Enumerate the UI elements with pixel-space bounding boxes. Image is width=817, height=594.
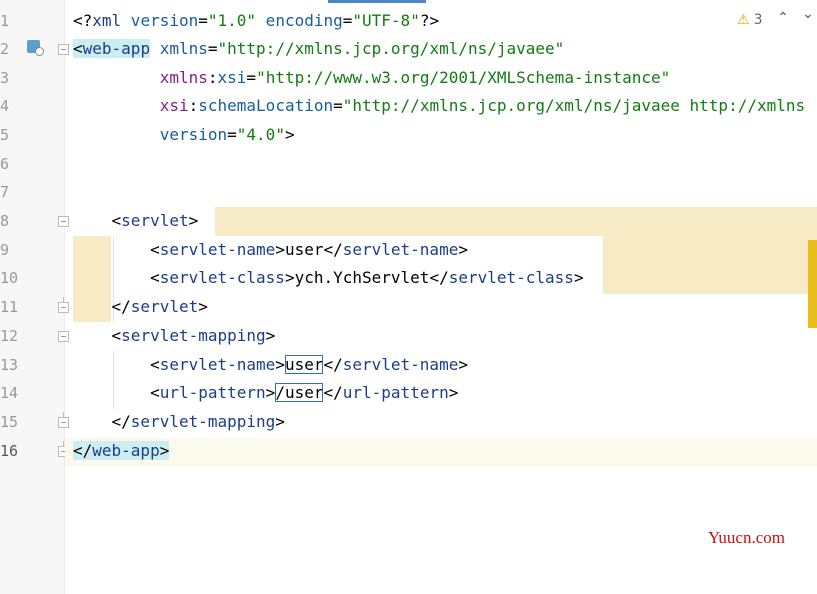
code-line-8: <servlet> [111, 211, 199, 230]
code-line-9: <servlet-name>user</servlet-name> [150, 240, 468, 259]
line-number: 7 [0, 183, 10, 201]
code-line-11: </servlet> [111, 297, 208, 316]
inspection-widget[interactable]: ⚠ 3 [737, 12, 762, 28]
code-line-14: <url-pattern>/user</url-pattern> [150, 383, 459, 402]
previous-highlight-button[interactable]: ⌃ [775, 10, 791, 26]
watermark: Yuucn.com [708, 528, 785, 547]
line-number-current: 16 [0, 442, 19, 460]
line-number: 5 [0, 126, 10, 144]
code-editor[interactable]: <?xml version="1.0" encoding="UTF-8"?> <… [65, 0, 817, 594]
line-number: 9 [0, 241, 10, 259]
code-line-1: <?xml version="1.0" encoding="UTF-8"?> [73, 11, 440, 30]
scrollbar-change-marker[interactable] [808, 240, 817, 328]
code-line-13: <servlet-name>user</servlet-name> [150, 355, 468, 374]
line-number: 12 [0, 327, 19, 345]
line-number: 13 [0, 356, 19, 374]
line-number: 3 [0, 69, 10, 87]
line-number: 11 [0, 298, 19, 316]
line-number: 15 [0, 413, 19, 431]
line-number: 4 [0, 97, 10, 115]
code-line-10: <servlet-class>ych.YchServlet</servlet-c… [150, 268, 584, 287]
caret-line-highlight [65, 438, 817, 466]
code-line-12: <servlet-mapping> [111, 326, 276, 345]
code-line-16: </web-app> [73, 441, 170, 460]
selected-text: user [284, 355, 324, 374]
change-highlight [603, 236, 817, 294]
next-highlight-button[interactable]: ⌄ [800, 6, 816, 22]
line-number: 8 [0, 212, 10, 230]
line-number: 10 [0, 269, 19, 287]
line-number: 14 [0, 384, 19, 402]
selected-text: /user [275, 383, 324, 402]
line-number: 2 [0, 40, 10, 58]
line-number: 1 [0, 12, 10, 30]
line-number: 6 [0, 155, 10, 173]
code-line-15: </servlet-mapping> [111, 412, 285, 431]
line-number-gutter[interactable]: 1 2 3 4 5 6 7 8 9 10 11 12 13 14 15 16 [0, 0, 69, 594]
warning-triangle-icon: ⚠ [737, 12, 750, 28]
code-line-5: version="4.0"> [159, 125, 295, 144]
web-descriptor-icon[interactable] [27, 40, 44, 56]
code-line-4: xsi:schemaLocation="http://xmlns.jcp.org… [159, 96, 806, 115]
warning-count: 3 [753, 12, 763, 28]
change-highlight [215, 207, 817, 236]
code-line-3: xmlns:xsi="http://www.w3.org/2001/XMLSch… [159, 68, 671, 87]
code-line-2: <web-app xmlns="http://xmlns.jcp.org/xml… [73, 39, 565, 58]
